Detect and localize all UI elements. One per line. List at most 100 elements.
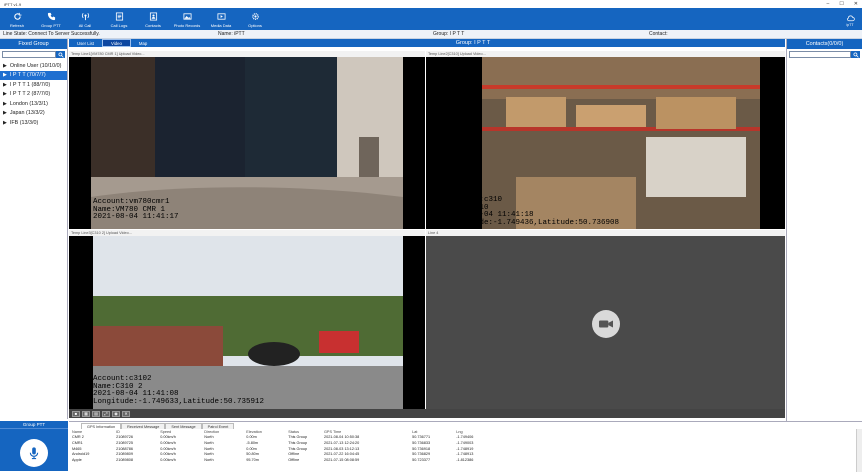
- group-item-selected[interactable]: ▶ I P T T (70/7/7): [0, 70, 67, 80]
- stop-icon[interactable]: ✕: [122, 410, 130, 417]
- chevron-right-icon: ▶: [3, 100, 7, 107]
- chevron-right-icon: ▶: [3, 119, 7, 126]
- group-item[interactable]: ▶ I P T T 1 (88/7/0): [0, 80, 67, 90]
- call-logs-label: Call Logs: [110, 23, 128, 28]
- group-item[interactable]: ▶ I P T T 2 (87/7/0): [0, 90, 67, 100]
- chevron-right-icon: ▶: [3, 91, 7, 98]
- refresh-button[interactable]: Refresh: [0, 10, 34, 30]
- tab-received-message[interactable]: Received Message: [121, 423, 166, 429]
- osd-location: Longitude:-1.749436,Latitude:50.736908: [448, 218, 620, 227]
- close-icon[interactable]: ✕: [854, 1, 858, 7]
- main-toolbar: Refresh Group PTT All Call Call Logs Con…: [0, 8, 862, 30]
- contacts-icon: [149, 12, 157, 21]
- phone-icon: [47, 12, 55, 21]
- group-item[interactable]: ▶ Online User (10/10/0): [0, 61, 67, 71]
- info-tabs: GPS Information Received Message Sent Me…: [69, 422, 862, 429]
- video-osd: Account:c310 Name:C310 2021-08-04 11:41:…: [448, 196, 620, 227]
- group-item-label: London (13/3/1): [9, 100, 48, 107]
- group-item[interactable]: ▶ London (13/3/1): [0, 99, 67, 109]
- tab-map[interactable]: Map: [131, 39, 155, 47]
- group-item[interactable]: ▶ IFB (13/3/0): [0, 118, 67, 128]
- group-search-input[interactable]: [2, 51, 56, 58]
- ptt-panel: Group PTT: [0, 421, 68, 471]
- options-button[interactable]: Options: [238, 10, 272, 30]
- video-grid: Temp Line1[VM780 CMR 1] Upload Video... …: [69, 51, 785, 410]
- osd-time: 2021-08-04 11:41:17: [93, 213, 179, 222]
- contacts-pane: Contacts(0/0/0): [786, 39, 862, 471]
- video-feed: Account:c310 Name:C310 2021-08-04 11:41:…: [426, 57, 785, 229]
- video-cell[interactable]: Temp Line3[C310 2] Upload Video... Accou…: [69, 230, 425, 410]
- ptt-label: Group PTT: [0, 421, 68, 429]
- tab-patrol-event[interactable]: Patrol Event: [201, 423, 235, 429]
- photo-icon: [182, 13, 192, 20]
- chevron-right-icon: ▶: [3, 62, 7, 69]
- window-title: iPTT v1.9: [4, 1, 22, 7]
- group-search-button[interactable]: [56, 51, 65, 58]
- group-pane-title: Fixed Group: [0, 39, 67, 49]
- chevron-right-icon: ▶: [3, 110, 7, 117]
- media-data-label: Media Data: [210, 23, 232, 28]
- all-call-button[interactable]: All Call: [68, 10, 102, 30]
- video-feed: Account:vm780cmr1 Name:VM780 CMR 1 2021-…: [69, 57, 425, 229]
- photo-records-button[interactable]: Photo Records: [170, 10, 204, 30]
- group-tree: ▶ Online User (10/10/0) ▶ I P T T (70/7/7)…: [0, 61, 67, 128]
- maximize-icon[interactable]: ☐: [839, 1, 843, 7]
- contacts-button[interactable]: Contacts: [136, 10, 170, 30]
- scrollbar[interactable]: [856, 429, 862, 472]
- fullscreen-icon[interactable]: ⤢: [102, 410, 110, 417]
- search-icon: [57, 51, 64, 58]
- microphone-icon: [29, 447, 39, 460]
- tab-video[interactable]: Video: [101, 39, 131, 47]
- media-data-button[interactable]: Media Data: [204, 10, 238, 30]
- video-cell-empty[interactable]: Line 4: [426, 230, 785, 410]
- all-call-label: All Call: [78, 23, 92, 28]
- contact-search-input[interactable]: [789, 51, 851, 58]
- group-item-label: Japan (13/3/2): [9, 110, 45, 117]
- call-logs-button[interactable]: Call Logs: [102, 10, 136, 30]
- cell: -1.812386: [456, 457, 474, 462]
- broadcast-icon: [81, 13, 89, 21]
- table-row[interactable]: Apple 21089808 0.00km/h North 95.70m Offline 2…: [71, 457, 491, 463]
- video-area: User List Video Map Group: I P T T Temp …: [69, 39, 785, 421]
- group-item-label: Online User (10/10/0): [9, 62, 62, 69]
- minimize-icon[interactable]: –: [827, 1, 830, 7]
- contact-search-button[interactable]: [851, 51, 860, 58]
- camera-icon[interactable]: [592, 310, 620, 338]
- user-badge[interactable]: ipTT: [838, 10, 862, 30]
- tab-user-list[interactable]: User List: [69, 39, 102, 47]
- cell: North: [204, 457, 214, 462]
- snapshot-icon[interactable]: ◉: [112, 410, 120, 417]
- video-cell-header: Line 4: [426, 230, 785, 236]
- layout-9-icon[interactable]: ▤: [92, 410, 100, 417]
- group-pane: Fixed Group ▶ Online User (10/10/0) ▶ I P …: [0, 39, 68, 419]
- call-logs-icon: [115, 12, 123, 21]
- info-panel: GPS Information Received Message Sent Me…: [69, 421, 862, 472]
- refresh-icon: [13, 12, 21, 20]
- cloud-icon: [846, 15, 855, 21]
- line-state: Line State: Connect To Server Successful…: [3, 31, 100, 37]
- status-bar: Line State: Connect To Server Successful…: [0, 30, 862, 39]
- user-badge-label: ipTT: [846, 22, 854, 27]
- cell: 50.723377: [412, 457, 431, 462]
- media-icon: [216, 13, 226, 20]
- video-cell[interactable]: Temp Line2[C310] Upload Video... Account…: [426, 51, 785, 229]
- group-search: [2, 51, 65, 58]
- group-item[interactable]: ▶ Japan (13/3/2): [0, 109, 67, 119]
- video-cell[interactable]: Temp Line1[VM780 CMR 1] Upload Video... …: [69, 51, 425, 229]
- options-label: Options: [248, 23, 262, 28]
- tab-sent-message[interactable]: Sent Message: [165, 423, 202, 429]
- contacts-label: Contacts: [145, 23, 161, 28]
- osd-location: Longitude:-1.749633,Latitude:50.735912: [93, 397, 265, 406]
- photo-records-label: Photo Records: [173, 23, 201, 28]
- video-osd: Account:c3102 Name:C310 2 2021-08-04 11:…: [93, 375, 265, 406]
- status-group: Group: I P T T: [433, 31, 465, 37]
- cell: 2021-07-15 08:08:59: [323, 457, 360, 462]
- camera-glyph: [599, 320, 613, 328]
- layout-1-icon[interactable]: ■: [72, 410, 80, 417]
- layout-4-icon[interactable]: ▦: [82, 410, 90, 417]
- group-ptt-button[interactable]: Group PTT: [34, 10, 68, 30]
- tab-gps-information[interactable]: GPS Information: [81, 423, 122, 429]
- chevron-right-icon: ▶: [3, 72, 7, 79]
- cell: Apple: [72, 457, 82, 462]
- ptt-button[interactable]: [20, 439, 48, 467]
